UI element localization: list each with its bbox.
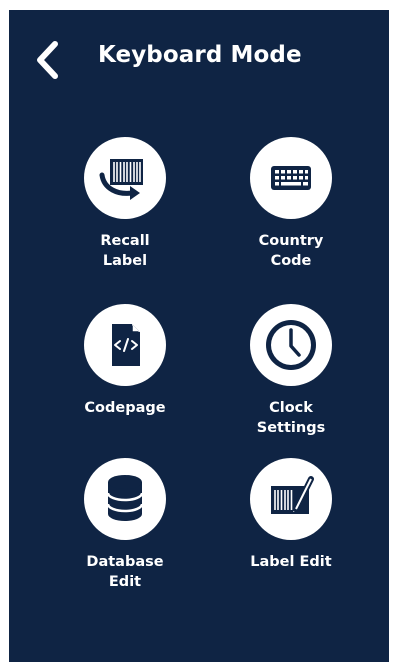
codepage-file-icon bbox=[112, 324, 140, 366]
clock-settings-button[interactable]: Clock Settings bbox=[212, 304, 362, 444]
database-edit-button[interactable]: Database Edit bbox=[46, 458, 196, 598]
codepage-button[interactable]: Codepage bbox=[46, 304, 196, 444]
database-icon bbox=[106, 475, 144, 521]
recall-label-icon-circle bbox=[84, 137, 166, 219]
label-edit-icon-circle bbox=[250, 458, 332, 540]
label-edit-label: Label Edit bbox=[250, 554, 332, 570]
back-button[interactable] bbox=[31, 40, 67, 80]
keyboard-icon bbox=[271, 166, 311, 190]
clock-settings-icon-circle bbox=[250, 304, 332, 386]
keyboard-mode-screen: Keyboard Mode Recall Label Country Code … bbox=[9, 10, 389, 662]
page-title: Keyboard Mode bbox=[98, 42, 302, 68]
header: Keyboard Mode bbox=[9, 10, 389, 106]
recall-label-label: Recall Label bbox=[100, 233, 150, 269]
database-edit-label: Database Edit bbox=[86, 554, 164, 590]
clock-icon bbox=[266, 320, 316, 370]
recall-label-button[interactable]: Recall Label bbox=[46, 137, 196, 277]
country-code-icon-circle bbox=[250, 137, 332, 219]
label-edit-icon bbox=[271, 476, 314, 514]
country-code-button[interactable]: Country Code bbox=[212, 137, 362, 277]
codepage-icon-circle bbox=[84, 304, 166, 386]
chevron-left-icon bbox=[37, 41, 58, 79]
codepage-label: Codepage bbox=[84, 400, 166, 416]
recall-label-icon bbox=[99, 159, 143, 200]
label-edit-button[interactable]: Label Edit bbox=[212, 458, 362, 598]
country-code-label: Country Code bbox=[258, 233, 324, 269]
database-edit-icon-circle bbox=[84, 458, 166, 540]
clock-settings-label: Clock Settings bbox=[256, 400, 326, 436]
